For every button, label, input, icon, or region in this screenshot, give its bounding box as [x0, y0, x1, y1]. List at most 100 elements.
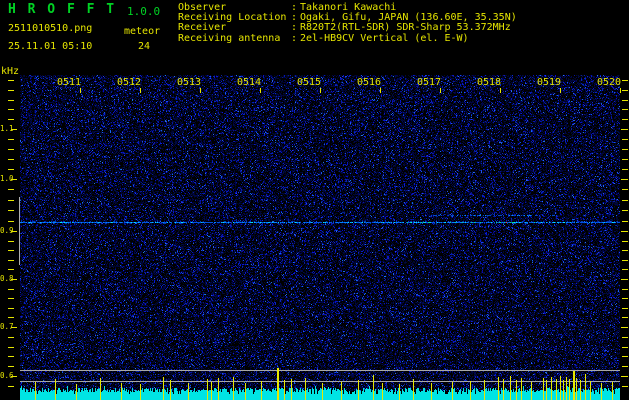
freq-minor-tick-left [8, 366, 14, 367]
freq-major-tick-left [11, 179, 17, 180]
freq-minor-tick-right [622, 260, 628, 261]
freq-minor-tick-right [622, 298, 628, 299]
freq-minor-tick-right [622, 80, 628, 81]
freq-minor-tick-right [622, 200, 628, 201]
freq-minor-tick-right [622, 149, 628, 150]
freq-minor-tick-right [622, 250, 628, 251]
time-tick-label: 0513 [177, 77, 202, 88]
detection-band-marker [19, 197, 20, 265]
info-row: Receiving antenna:2el-HB9CV Vertical (el… [178, 32, 517, 44]
freq-minor-tick-left [8, 289, 14, 290]
time-tick-label: 0512 [117, 77, 142, 88]
freq-minor-tick-left [8, 298, 14, 299]
hrofft-spectrogram-screen: H R O F F T 1.0.0 2511010510.png meteor … [0, 0, 629, 400]
time-tick-label: 0517 [417, 77, 442, 88]
freq-minor-tick-right [622, 210, 628, 211]
freq-major-tick-right [621, 376, 628, 377]
freq-minor-tick-right [622, 308, 628, 309]
start-datetime: 25.11.01 05:10 [8, 41, 93, 52]
time-tick-label: 0520 [597, 77, 622, 88]
freq-minor-tick-right [622, 90, 628, 91]
freq-tick-label: 0.6 [0, 371, 14, 380]
freq-major-tick-right [621, 327, 628, 328]
time-tick-mark [440, 88, 441, 93]
freq-minor-tick-left [8, 347, 14, 348]
time-tick-label: 0515 [297, 77, 322, 88]
info-value: 2el-HB9CV Vertical (el. E-W) [300, 32, 469, 44]
mode-label: meteor [124, 26, 161, 37]
time-tick-mark [620, 88, 621, 93]
freq-minor-tick-left [8, 90, 14, 91]
freq-minor-tick-right [622, 119, 628, 120]
freq-minor-tick-left [8, 356, 14, 357]
time-tick-mark [380, 88, 381, 93]
freq-major-tick-left [11, 129, 17, 130]
time-tick-label: 0514 [237, 77, 262, 88]
time-tick-label: 0516 [357, 77, 382, 88]
freq-minor-tick-left [8, 149, 14, 150]
freq-minor-tick-right [622, 269, 628, 270]
freq-minor-tick-left [8, 189, 14, 190]
freq-minor-tick-right [622, 289, 628, 290]
freq-minor-tick-right [622, 366, 628, 367]
time-tick-mark [500, 88, 501, 93]
freq-minor-tick-right [622, 189, 628, 190]
time-tick-mark [140, 88, 141, 93]
freq-minor-tick-left [8, 250, 14, 251]
freq-minor-tick-left [8, 100, 14, 101]
freq-tick-label: 0.7 [0, 322, 14, 331]
freq-major-tick-right [621, 231, 628, 232]
time-tick-label: 0518 [477, 77, 502, 88]
freq-unit-label: kHz [1, 66, 20, 77]
freq-minor-tick-left [8, 159, 14, 160]
freq-major-tick-right [621, 129, 628, 130]
time-tick-mark [200, 88, 201, 93]
freq-minor-tick-left [8, 269, 14, 270]
freq-minor-tick-right [622, 241, 628, 242]
info-colon: : [291, 32, 298, 44]
freq-tick-label: 0.9 [0, 226, 14, 235]
freq-minor-tick-left [8, 386, 14, 387]
freq-minor-tick-left [8, 80, 14, 81]
freq-minor-tick-right [622, 347, 628, 348]
time-tick-mark [320, 88, 321, 93]
freq-major-tick-left [11, 376, 17, 377]
app-version: 1.0.0 [127, 5, 161, 18]
freq-major-tick-right [621, 279, 628, 280]
freq-major-tick-left [11, 279, 17, 280]
app-title: H R O F F T [8, 2, 117, 17]
freq-minor-tick-right [622, 159, 628, 160]
spectrogram-canvas [20, 75, 620, 400]
info-label: Receiving antenna [178, 32, 281, 44]
freq-tick-label: 1.1 [0, 124, 14, 133]
time-tick-mark [260, 88, 261, 93]
time-tick-mark [560, 88, 561, 93]
freq-minor-tick-left [8, 210, 14, 211]
freq-minor-tick-left [8, 221, 14, 222]
freq-minor-tick-left [8, 169, 14, 170]
time-tick-label: 0511 [57, 77, 82, 88]
freq-minor-tick-right [622, 109, 628, 110]
freq-minor-tick-left [8, 337, 14, 338]
freq-minor-tick-left [8, 200, 14, 201]
freq-minor-tick-right [622, 169, 628, 170]
freq-major-tick-right [621, 179, 628, 180]
freq-minor-tick-left [8, 139, 14, 140]
echo-count-value: 24 [138, 41, 151, 52]
freq-minor-tick-right [622, 317, 628, 318]
freq-minor-tick-right [622, 221, 628, 222]
time-tick-mark [80, 88, 81, 93]
freq-major-tick-left [11, 231, 17, 232]
output-filename: 2511010510.png [8, 23, 93, 34]
freq-minor-tick-left [8, 308, 14, 309]
time-tick-label: 0519 [537, 77, 562, 88]
observation-info-block: Observer: Takanori Kawachi Receiving Locat… [178, 2, 517, 44]
freq-minor-tick-right [622, 139, 628, 140]
freq-minor-tick-left [8, 241, 14, 242]
freq-major-tick-left [11, 327, 17, 328]
freq-minor-tick-right [622, 100, 628, 101]
freq-minor-tick-right [622, 356, 628, 357]
freq-minor-tick-left [8, 260, 14, 261]
freq-tick-label: 1.0 [0, 174, 14, 183]
freq-minor-tick-left [8, 109, 14, 110]
